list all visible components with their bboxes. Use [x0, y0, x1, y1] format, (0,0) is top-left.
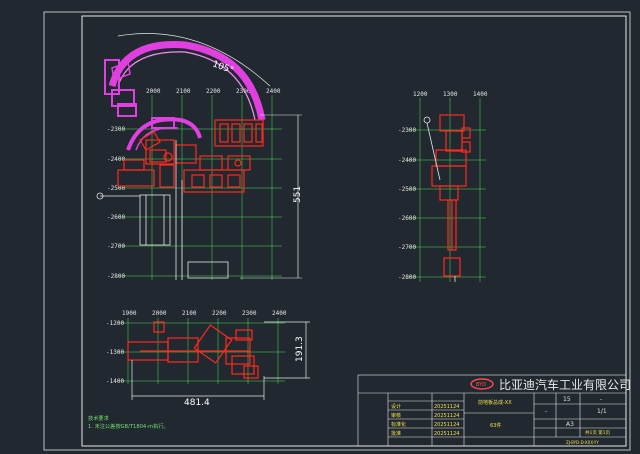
top-x-tick: 2100	[182, 310, 197, 317]
top-view-x-ticks: 1900 2000 2100 2200 2300 2400	[122, 310, 287, 317]
front-y-tick: -2400	[107, 156, 125, 163]
sheet-label: 共1页 第1页	[585, 429, 611, 436]
vertical-dim-191: 191.3	[295, 336, 305, 362]
top-x-tick: 1900	[122, 310, 137, 317]
horizontal-dim-481: 481.4	[184, 398, 210, 408]
role-standard: 标准化	[391, 421, 406, 428]
scale-value: 1/1	[597, 408, 607, 415]
red-fixture-side	[431, 114, 471, 277]
top-view[interactable]: 1900 2000 2100 2200 2300 2400 -1200 -130…	[106, 310, 310, 408]
magenta-arm-open-position	[104, 41, 266, 151]
doc-code: ZJ-BYD-D-XXX-YY	[566, 440, 599, 445]
top-y-tick: -1400	[106, 378, 124, 385]
front-x-tick: 2000	[146, 88, 161, 95]
company-name: 比亚迪汽车工业有限公司	[499, 377, 631, 392]
side-view-y-ticks: -2300 -2400 -2500 -2600 -2700 -2800	[398, 127, 416, 281]
side-x-tick: 1300	[443, 91, 458, 98]
notes-line-1: 1. 未注公差按GB/T1804-m执行。	[88, 422, 169, 430]
front-y-tick: -2800	[107, 273, 125, 280]
role-design: 设计	[391, 403, 401, 410]
top-y-tick: -1300	[106, 349, 124, 356]
side-x-tick: 1400	[473, 91, 488, 98]
byd-logo: BYD	[470, 378, 494, 390]
front-vertical-dimension: 551	[240, 114, 303, 279]
title-block[interactable]: BYD 比亚迪汽车工业有限公司 设计 审核 标准化 批准 20251124 20…	[357, 374, 631, 447]
top-y-tick: -1200	[106, 320, 124, 327]
front-y-tick: -2300	[107, 126, 125, 133]
side-y-tick: -2300	[398, 127, 416, 134]
front-x-tick: 2400	[266, 88, 281, 95]
sheet-size-value: A3	[566, 421, 574, 428]
role-approve: 批准	[391, 430, 401, 437]
front-y-tick: -2700	[107, 243, 125, 250]
top-dimensions	[131, 321, 310, 400]
date-design: 20251124	[434, 404, 459, 410]
side-view-x-ticks: 1200 1300 1400	[413, 91, 488, 98]
dash-value-2: -	[545, 408, 547, 415]
notes-heading: 技术要求	[88, 414, 110, 422]
side-y-tick: -2500	[398, 186, 416, 193]
part-sub: 63件	[490, 422, 501, 429]
side-y-tick: -2400	[398, 157, 416, 164]
part-name: 前地板总成-XX	[478, 399, 512, 406]
top-view-y-ticks: -1200 -1300 -1400	[106, 320, 124, 385]
front-view-y-ticks: -2300 -2400 -2500 -2600 -2700 -2800	[107, 126, 125, 280]
date-standard: 20251124	[434, 422, 459, 428]
signature-dates: 20251124 20251124 20251124 20251124	[434, 404, 459, 437]
quantity-value: 15	[563, 396, 571, 403]
top-x-tick: 2400	[272, 310, 287, 317]
front-x-tick: 2100	[176, 88, 191, 95]
dash-value: -	[600, 396, 602, 403]
role-review: 审核	[391, 412, 401, 419]
front-x-tick: 2200	[206, 88, 221, 95]
top-x-tick: 2000	[152, 310, 167, 317]
front-y-tick: -2600	[107, 214, 125, 221]
technical-notes: 技术要求 1. 未注公差按GB/T1804-m执行。	[88, 414, 169, 430]
side-view-grid	[408, 98, 486, 282]
signature-roles: 设计 审核 标准化 批准	[391, 403, 406, 437]
date-approve: 20251124	[434, 431, 459, 437]
side-y-tick: -2600	[398, 215, 416, 222]
top-x-tick: 2200	[212, 310, 227, 317]
front-view-x-ticks: 2000 2100 2200 2300 2400	[146, 88, 281, 95]
vertical-dim-551: 551	[293, 186, 303, 203]
side-view[interactable]: 1200 1300 1400 -2300 -2400 -2500 -2600 -…	[398, 91, 488, 282]
side-y-tick: -2800	[398, 274, 416, 281]
front-view[interactable]: 2000 2100 2200 2300 2400 -2300 -2400 -25…	[96, 33, 303, 280]
top-x-tick: 2300	[242, 310, 257, 317]
red-fixture-top	[127, 321, 259, 379]
cad-drawing-canvas[interactable]: 2000 2100 2200 2300 2400 -2300 -2400 -25…	[0, 0, 640, 454]
side-y-tick: -2700	[398, 244, 416, 251]
side-x-tick: 1200	[413, 91, 428, 98]
date-review: 20251124	[434, 413, 459, 419]
byd-logo-text: BYD	[476, 382, 486, 388]
